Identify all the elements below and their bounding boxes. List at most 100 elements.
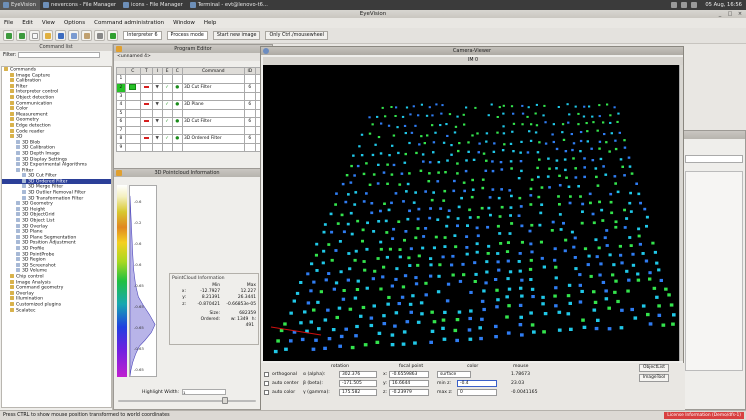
row-number[interactable]: 6 bbox=[116, 117, 126, 127]
settings-icon[interactable] bbox=[94, 30, 105, 41]
status-cell[interactable] bbox=[124, 82, 141, 93]
program-table[interactable]: CTIECCommandIDPos 12▼✓●3D Cut Filter6303… bbox=[116, 67, 272, 152]
error-cell[interactable] bbox=[171, 91, 184, 101]
info-cell[interactable]: ✓ bbox=[161, 82, 173, 93]
type-cell[interactable] bbox=[151, 142, 163, 152]
new-icon[interactable] bbox=[29, 30, 40, 41]
type-cell[interactable] bbox=[151, 125, 163, 135]
error-cell[interactable]: ● bbox=[171, 134, 184, 144]
id-cell[interactable]: 6 bbox=[243, 117, 257, 127]
maximize-icon[interactable]: □ bbox=[727, 11, 733, 17]
table-row[interactable]: 7 bbox=[116, 125, 272, 135]
task-eyevision[interactable]: EyeVision bbox=[0, 0, 41, 10]
error-cell[interactable] bbox=[171, 108, 184, 118]
column-header[interactable]: T bbox=[139, 67, 153, 75]
image-tool-button[interactable]: ImageTool bbox=[639, 374, 669, 382]
info-cell[interactable] bbox=[161, 91, 173, 101]
type-cell[interactable]: ▼ bbox=[151, 134, 163, 144]
info-cell[interactable] bbox=[161, 125, 173, 135]
column-header[interactable]: ID bbox=[243, 67, 257, 75]
table-row[interactable]: 5 bbox=[116, 108, 272, 118]
command-cell[interactable]: 3D Cut Filter bbox=[181, 82, 245, 93]
alpha-field[interactable]: 302.376 bbox=[339, 371, 377, 378]
highlight-slider-track[interactable] bbox=[118, 400, 256, 402]
minimize-icon[interactable]: _ bbox=[717, 11, 723, 17]
task-terminal[interactable]: Terminal - evt@lenovo-t6... bbox=[187, 0, 272, 10]
command-cell[interactable] bbox=[181, 91, 245, 101]
id-cell[interactable]: 6 bbox=[243, 134, 257, 144]
command-cell[interactable] bbox=[181, 108, 245, 118]
row-number[interactable]: 2 bbox=[116, 82, 126, 93]
table-row[interactable]: 1 bbox=[116, 74, 272, 84]
type-cell[interactable]: ▼ bbox=[151, 82, 163, 93]
row-number[interactable]: 7 bbox=[116, 125, 126, 135]
table-row[interactable]: 3 bbox=[116, 91, 272, 101]
row-number[interactable]: 1 bbox=[116, 74, 126, 84]
status-cell[interactable] bbox=[124, 125, 141, 135]
highlight-slider-handle[interactable] bbox=[222, 397, 228, 404]
id-cell[interactable] bbox=[243, 142, 257, 152]
gamma-field[interactable]: 175.582 bbox=[339, 389, 377, 396]
save-icon[interactable] bbox=[55, 30, 66, 41]
type-cell[interactable] bbox=[151, 108, 163, 118]
open-icon[interactable] bbox=[42, 30, 53, 41]
forward-icon[interactable] bbox=[16, 30, 27, 41]
max-z-field[interactable]: 0 bbox=[457, 389, 497, 396]
focal-z-field[interactable]: -0.23979 bbox=[389, 389, 429, 396]
type-cell[interactable] bbox=[151, 74, 163, 84]
command-cell[interactable]: 3D Plane bbox=[181, 100, 245, 110]
only-ctrl-mousewheel-button[interactable]: Only Ctrl./mousewheel bbox=[265, 31, 328, 40]
task-file-manager-1[interactable]: nevercons - File Manager bbox=[40, 0, 120, 10]
status-cell[interactable] bbox=[124, 134, 141, 144]
highlight-width-input[interactable] bbox=[182, 389, 227, 395]
battery-icon[interactable] bbox=[691, 2, 698, 8]
focal-x-field[interactable]: -0.6559863 bbox=[389, 371, 429, 378]
info-cell[interactable] bbox=[161, 74, 173, 84]
command-cell[interactable]: 3D Ordered Filter bbox=[181, 134, 245, 144]
command-cell[interactable] bbox=[181, 125, 245, 135]
close-icon[interactable]: × bbox=[737, 11, 743, 17]
id-cell[interactable] bbox=[243, 74, 257, 84]
vertical-scrollbar[interactable] bbox=[679, 65, 683, 361]
info-cell[interactable]: ✓ bbox=[161, 117, 173, 127]
id-cell[interactable] bbox=[243, 91, 257, 101]
menu-help[interactable]: Help bbox=[204, 20, 217, 26]
row-number[interactable]: 9 bbox=[116, 142, 126, 152]
table-row[interactable]: 6▼✓●3D Cut Filter630 bbox=[116, 117, 272, 127]
table-row[interactable]: 4▼✓●3D Plane630 bbox=[116, 100, 272, 110]
error-cell[interactable] bbox=[171, 142, 184, 152]
command-tree[interactable]: Commands Image Capture Calibration Filter In… bbox=[1, 66, 112, 408]
info-cell[interactable] bbox=[161, 142, 173, 152]
task-file-manager-2[interactable]: icons - File Manager bbox=[120, 0, 187, 10]
condition-cell[interactable] bbox=[139, 91, 153, 101]
type-cell[interactable]: ▼ bbox=[151, 100, 163, 110]
error-cell[interactable]: ● bbox=[171, 100, 184, 110]
condition-cell[interactable] bbox=[139, 82, 153, 93]
license-info[interactable]: License Information (Demo/dfs-1) bbox=[664, 412, 744, 419]
status-cell[interactable] bbox=[124, 91, 141, 101]
info-cell[interactable]: ✓ bbox=[161, 134, 173, 144]
filter-input[interactable] bbox=[18, 52, 101, 58]
condition-cell[interactable] bbox=[139, 108, 153, 118]
id-cell[interactable]: 6 bbox=[243, 100, 257, 110]
auto-color-checkbox[interactable] bbox=[264, 390, 269, 395]
condition-cell[interactable] bbox=[139, 142, 153, 152]
column-header[interactable]: C bbox=[171, 67, 184, 75]
focal-y-field[interactable]: 16.6644 bbox=[389, 380, 429, 387]
column-header[interactable]: Command bbox=[181, 67, 245, 75]
row-number[interactable]: 5 bbox=[116, 108, 126, 118]
background-field[interactable] bbox=[685, 155, 743, 163]
column-header[interactable]: I bbox=[151, 67, 163, 75]
menu-file[interactable]: File bbox=[4, 20, 13, 26]
command-cell[interactable] bbox=[181, 142, 245, 152]
menu-window[interactable]: Window bbox=[173, 20, 195, 26]
status-cell[interactable] bbox=[124, 117, 141, 127]
row-number[interactable]: 4 bbox=[116, 100, 126, 110]
id-cell[interactable] bbox=[243, 125, 257, 135]
type-cell[interactable]: ▼ bbox=[151, 117, 163, 127]
id-cell[interactable] bbox=[243, 108, 257, 118]
pointcloud-3d-view[interactable] bbox=[263, 65, 681, 361]
column-header[interactable]: C bbox=[124, 67, 141, 75]
image-tab[interactable]: IM 0 bbox=[263, 57, 683, 65]
error-cell[interactable] bbox=[171, 125, 184, 135]
